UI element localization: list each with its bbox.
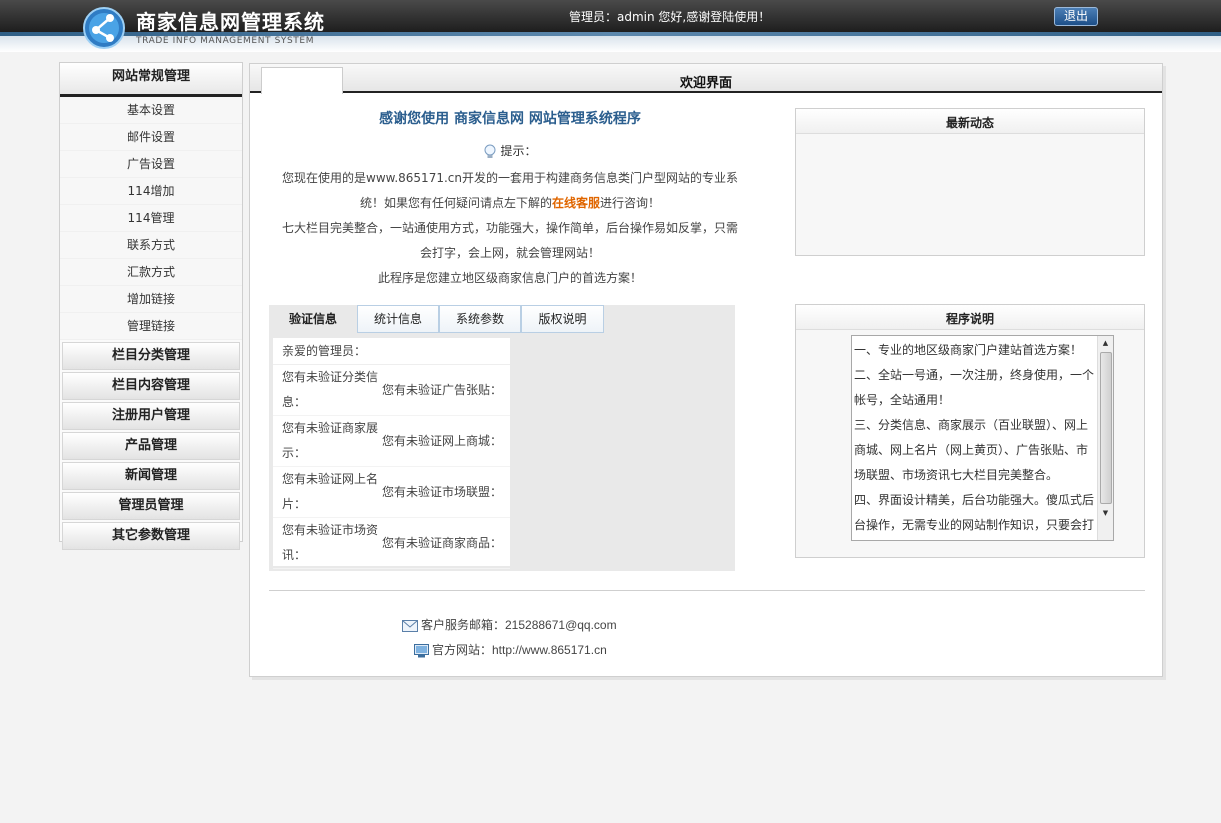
- sidebar-section-products[interactable]: 产品管理: [62, 432, 240, 460]
- sidebar-item-add-link[interactable]: 增加链接: [60, 286, 242, 313]
- online-service-link[interactable]: 在线客服: [552, 196, 600, 210]
- scrollbar[interactable]: ▲ ▼: [1097, 336, 1113, 540]
- app-subtitle: TRADE INFO MANAGEMENT SYSTEM: [136, 36, 315, 46]
- footer-email: 客户服务邮箱：215288671@qq.com: [402, 616, 617, 633]
- sidebar: 网站常规管理 基本设置 邮件设置 广告设置 114增加 114管理 联系方式 汇…: [59, 62, 243, 550]
- scrollbar-thumb[interactable]: [1100, 352, 1112, 504]
- sidebar-section-admins[interactable]: 管理员管理: [62, 492, 240, 520]
- intro-body: 您现在使用的是www.865171.cn开发的一套用于构建商务信息类门户型网站的…: [280, 166, 740, 291]
- footer-website-text[interactable]: 官方网站：http://www.865171.cn: [432, 643, 607, 657]
- tab-copyright[interactable]: 版权说明: [521, 305, 604, 333]
- verify-left: 您有未验证网上名片：: [282, 472, 379, 511]
- sidebar-group-general: 网站常规管理 基本设置 邮件设置 广告设置 114增加 114管理 联系方式 汇…: [60, 63, 242, 340]
- header: 商家信息网管理系统 TRADE INFO MANAGEMENT SYSTEM 管…: [0, 0, 1221, 52]
- website-icon: [414, 643, 429, 658]
- tab-system-params[interactable]: 系统参数: [439, 305, 521, 333]
- verify-left: 您有未验证分类信息：: [282, 370, 379, 409]
- program-description-box: 程序说明 一、专业的地区级商家门户建站首选方案！ 二、全站一号通，一次注册，终身使…: [795, 304, 1145, 558]
- app-title: 商家信息网管理系统: [136, 10, 325, 34]
- scroll-down-icon[interactable]: ▼: [1098, 506, 1113, 521]
- intro-line-1-end: 进行咨询！: [600, 196, 661, 210]
- logo-icon: [83, 7, 125, 49]
- news-box: 最新动态: [795, 108, 1145, 256]
- footer-website: 官方网站：http://www.865171.cn: [414, 641, 607, 658]
- main-tabbar: 欢迎界面: [250, 64, 1162, 94]
- intro-line-3: 此程序是您建立地区级商家信息门户的首选方案！: [377, 271, 642, 285]
- program-description-textarea[interactable]: 一、专业的地区级商家门户建站首选方案！ 二、全站一号通，一次注册，终身使用，一个帐…: [851, 335, 1114, 541]
- news-box-title: 最新动态: [796, 109, 1144, 134]
- sidebar-item-manage-links[interactable]: 管理链接: [60, 313, 242, 340]
- welcome-message: 管理员：admin 您好,感谢登陆使用！: [569, 10, 771, 24]
- verify-right: 您有未验证网上商城：: [382, 433, 503, 448]
- sidebar-group-title[interactable]: 网站常规管理: [60, 63, 242, 97]
- mail-icon: [402, 619, 418, 632]
- sidebar-item-mail-settings[interactable]: 邮件设置: [60, 124, 242, 151]
- sidebar-item-contact[interactable]: 联系方式: [60, 232, 242, 259]
- tab-statistics[interactable]: 统计信息: [357, 305, 439, 333]
- verify-left: 您有未验证商家展示：: [282, 421, 379, 460]
- sidebar-item-basic-settings[interactable]: 基本设置: [60, 97, 242, 124]
- logout-button[interactable]: 退出: [1054, 7, 1098, 26]
- program-description-text: 一、专业的地区级商家门户建站首选方案！ 二、全站一号通，一次注册，终身使用，一个帐…: [854, 343, 1095, 532]
- intro-heading: 感谢您使用 商家信息网 网站管理系统程序: [379, 111, 641, 127]
- lightbulb-icon: [484, 144, 496, 158]
- program-description-title: 程序说明: [796, 305, 1144, 330]
- table-row: 您有未验证网上名片： 您有未验证市场联盟：: [273, 467, 510, 518]
- main-panel: 欢迎界面 感谢您使用 商家信息网 网站管理系统程序 提示： 您现在使用的是www…: [249, 63, 1163, 677]
- scroll-up-icon[interactable]: ▲: [1098, 336, 1113, 351]
- tab-verify-info[interactable]: 验证信息: [269, 305, 357, 333]
- verify-right: 您有未验证广告张贴：: [382, 382, 503, 397]
- sidebar-item-ad-settings[interactable]: 广告设置: [60, 151, 242, 178]
- footer-email-text[interactable]: 客户服务邮箱：215288671@qq.com: [421, 618, 617, 632]
- sidebar-section-other-params[interactable]: 其它参数管理: [62, 522, 240, 550]
- sidebar-item-remittance[interactable]: 汇款方式: [60, 259, 242, 286]
- verify-box: 亲爱的管理员： 您有未验证分类信息： 您有未验证广告张贴： 您有未验证商家展示：…: [273, 338, 510, 569]
- intro-line-1: 您现在使用的是www.865171.cn开发的一套用于构建商务信息类门户型网站的…: [282, 171, 738, 210]
- divider: [269, 590, 1145, 591]
- sidebar-item-114-manage[interactable]: 114管理: [60, 205, 242, 232]
- intro-line-2: 七大栏目完美整合，一站通使用方式，功能强大，操作简单，后台操作易如反掌，只需会打…: [281, 221, 738, 260]
- tip-label: 提示：: [500, 144, 537, 158]
- intro-tip: 提示：: [270, 142, 750, 160]
- verify-greeting: 亲爱的管理员：: [273, 338, 510, 365]
- table-row: 您有未验证分类信息： 您有未验证广告张贴：: [273, 365, 510, 416]
- table-row: 您有未验证市场资讯： 您有未验证商家商品：: [273, 518, 510, 569]
- info-tabs: 验证信息 统计信息 系统参数 版权说明 亲爱的管理员： 您有未验证分类信息： 您…: [269, 305, 735, 571]
- sidebar-item-114-add[interactable]: 114增加: [60, 178, 242, 205]
- sidebar-section-content[interactable]: 栏目内容管理: [62, 372, 240, 400]
- sidebar-section-news[interactable]: 新闻管理: [62, 462, 240, 490]
- sidebar-section-users[interactable]: 注册用户管理: [62, 402, 240, 430]
- page-title: 欢迎界面: [679, 76, 732, 91]
- verify-right: 您有未验证市场联盟：: [382, 484, 503, 499]
- table-row: 您有未验证商家展示： 您有未验证网上商城：: [273, 416, 510, 467]
- verify-right: 您有未验证商家商品：: [382, 535, 503, 550]
- verify-left: 您有未验证市场资讯：: [282, 523, 379, 562]
- sidebar-section-category[interactable]: 栏目分类管理: [62, 342, 240, 370]
